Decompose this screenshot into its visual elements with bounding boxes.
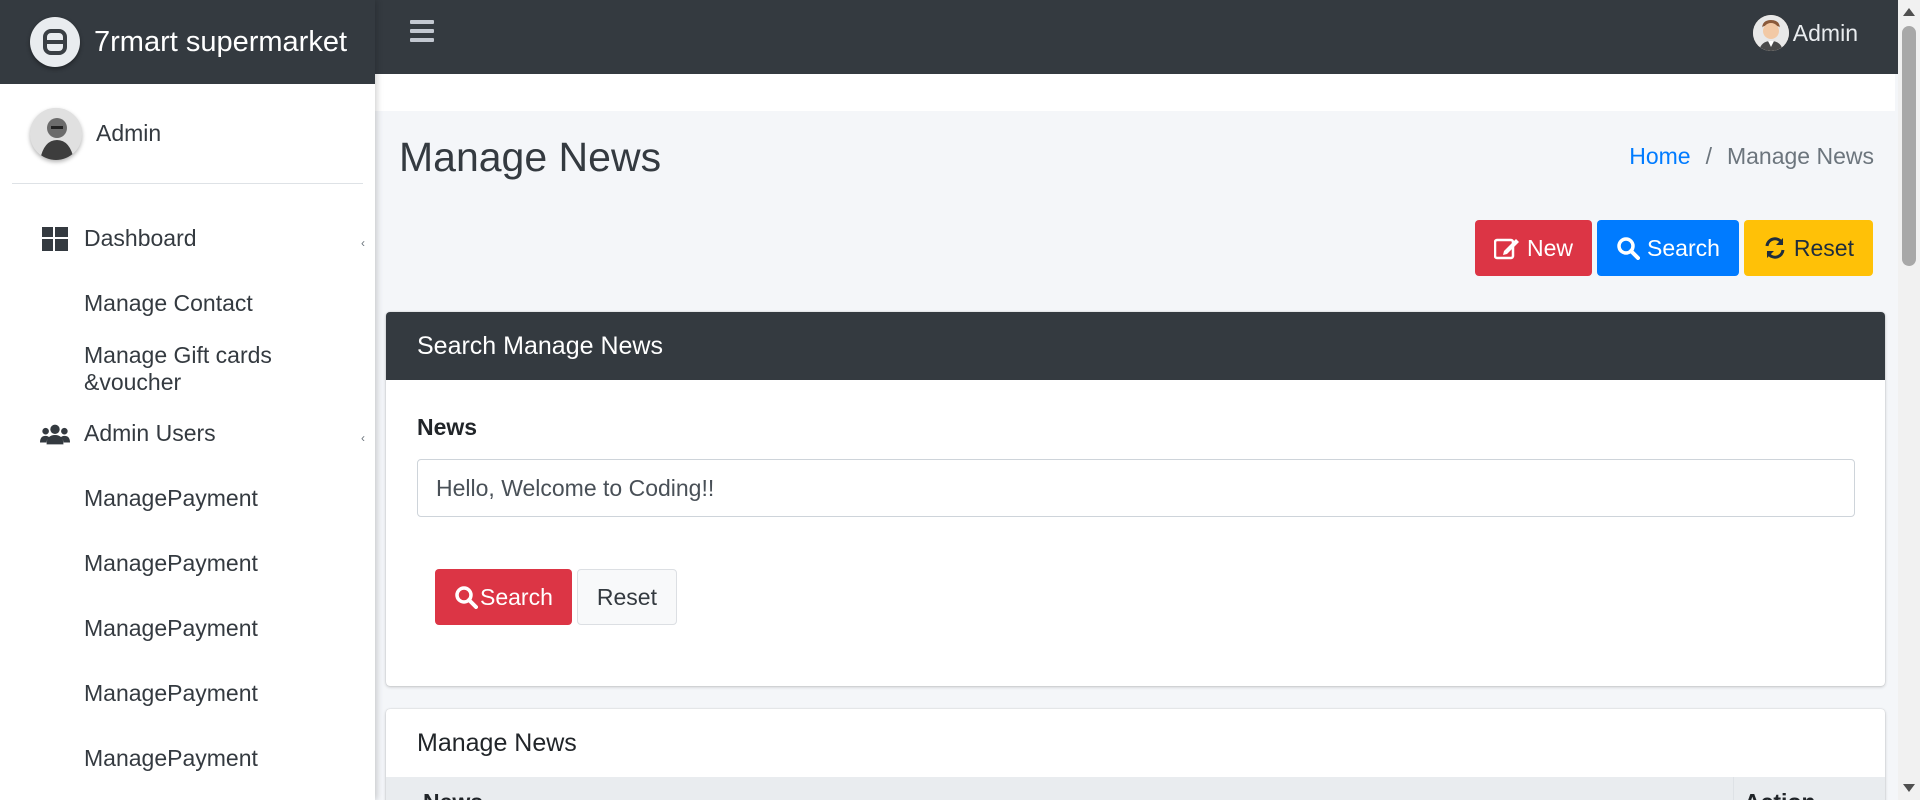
sidebar-item-manage-payment[interactable]: ManagePayment [0,466,375,531]
news-list-card: Manage News News Action [386,709,1885,800]
search-icon [455,586,478,609]
column-header-action: Action [1733,777,1816,800]
news-table-header: News Action [386,777,1885,800]
main-sidebar: 7rmart supermarket Admin Dashboard ‹ Man… [0,0,375,800]
sidebar-item-label: ManagePayment [84,680,258,706]
news-input[interactable] [417,459,1855,517]
breadcrumb-separator: / [1705,143,1712,169]
search-icon [1617,237,1641,260]
scroll-up-icon[interactable] [1903,8,1915,16]
scrollbar-thumb[interactable] [1902,26,1916,266]
sidebar-user-name: Admin [96,120,162,146]
user-avatar-icon [1752,15,1789,51]
sidebar-item-manage-payment[interactable]: ManagePayment [0,531,375,596]
new-button-label: New [1527,234,1574,261]
search-button-label: Search [1647,234,1720,261]
avatar [30,107,82,160]
sidebar-item-manage-payment[interactable]: ManagePayment [0,726,375,791]
breadcrumb-current: Manage News [1726,143,1874,169]
sidebar-item-label: ManagePayment [84,745,258,771]
search-submit-label: Search [480,583,553,610]
dashboard-icon [40,226,70,252]
edit-icon [1494,238,1520,260]
sidebar-item-manage-contact[interactable]: Manage Contact [0,271,375,336]
sidebar-item-manage-gift-cards[interactable]: Manage Gift cards &voucher [0,336,375,401]
brand-link[interactable]: 7rmart supermarket [0,0,375,84]
brand-name: 7rmart supermarket [94,25,348,58]
search-card: Search Manage News News Search Reset [386,312,1885,686]
sidebar-item-label: ManagePayment [84,550,258,576]
reset-button[interactable]: Reset [1743,220,1873,276]
brand-logo-icon [30,17,80,67]
sidebar-item-label: ManagePayment [84,485,258,511]
sidebar-item-label: Dashboard [84,225,197,251]
search-reset-button[interactable]: Reset [576,569,677,625]
page-actions: New Search Reset [1475,220,1873,276]
sidebar-item-manage-payment[interactable]: ManagePayment [0,596,375,661]
search-reset-label: Reset [596,583,657,610]
breadcrumb: Home / Manage News [1629,143,1874,170]
sidebar-item-label: ManagePayment [84,615,258,641]
page-title: Manage News [399,134,662,180]
menu-toggle-icon[interactable] [410,20,434,42]
top-user-name: Admin [1792,19,1858,46]
sidebar-item-label: Manage Contact [84,290,253,316]
sidebar-nav: Dashboard ‹ Manage Contact Manage Gift c… [0,184,375,791]
reset-button-label: Reset [1793,234,1854,261]
page-scrollbar[interactable] [1898,0,1920,800]
chevron-left-icon: ‹ [361,236,365,250]
refresh-icon [1765,237,1785,259]
news-field-label: News [417,414,478,440]
sidebar-item-label: Manage Gift cards &voucher [84,341,272,395]
new-button[interactable]: New [1475,220,1593,276]
sidebar-item-dashboard[interactable]: Dashboard ‹ [0,206,375,271]
users-icon [40,421,70,447]
sidebar-user-panel[interactable]: Admin [12,84,363,184]
search-card-title: Search Manage News [386,312,1885,380]
content-top-strip [375,74,1895,111]
sidebar-item-admin-users[interactable]: Admin Users ‹ [0,401,375,466]
top-navbar: Admin [375,0,1920,74]
sidebar-item-manage-payment[interactable]: ManagePayment [0,661,375,726]
scroll-down-icon[interactable] [1903,784,1915,792]
search-form-actions: Search Reset [435,569,677,625]
chevron-left-icon: ‹ [361,431,365,445]
user-menu[interactable]: Admin [1752,15,1858,51]
column-header-news: News [386,777,1733,800]
breadcrumb-home-link[interactable]: Home [1629,143,1690,170]
sidebar-item-label: Admin Users [84,420,216,446]
news-list-title: Manage News [417,728,577,757]
search-submit-button[interactable]: Search [435,569,572,625]
search-button[interactable]: Search [1597,220,1739,276]
